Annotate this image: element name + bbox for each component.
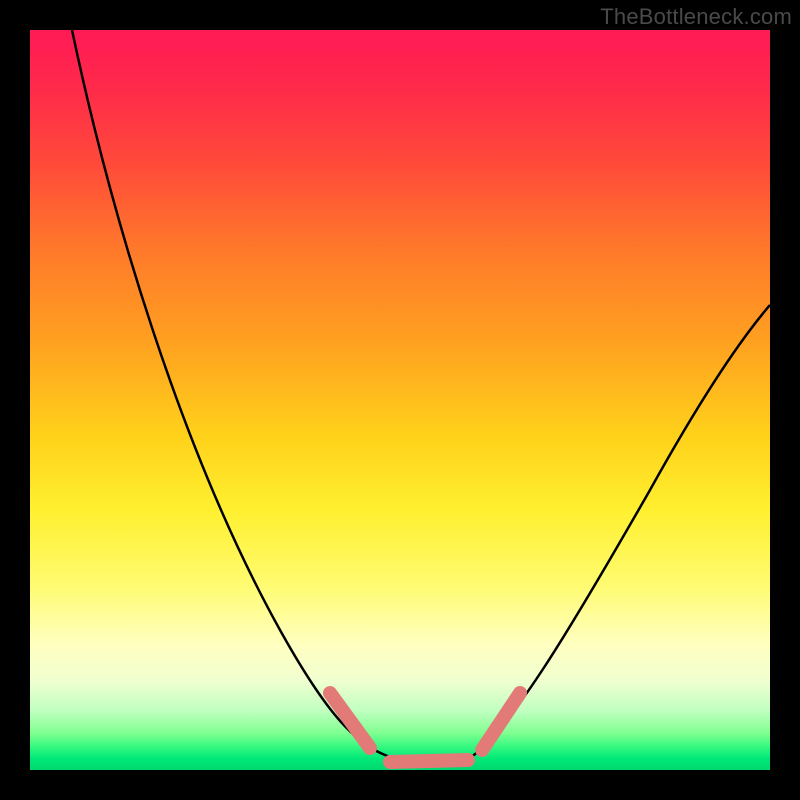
marker-bottom [390, 760, 468, 762]
plot-area [30, 30, 770, 770]
attribution-text: TheBottleneck.com [600, 4, 792, 30]
marker-right [482, 693, 520, 750]
curve-layer [30, 30, 770, 770]
chart-frame: TheBottleneck.com [0, 0, 800, 800]
marker-left [330, 693, 370, 748]
curve-left [72, 30, 400, 760]
